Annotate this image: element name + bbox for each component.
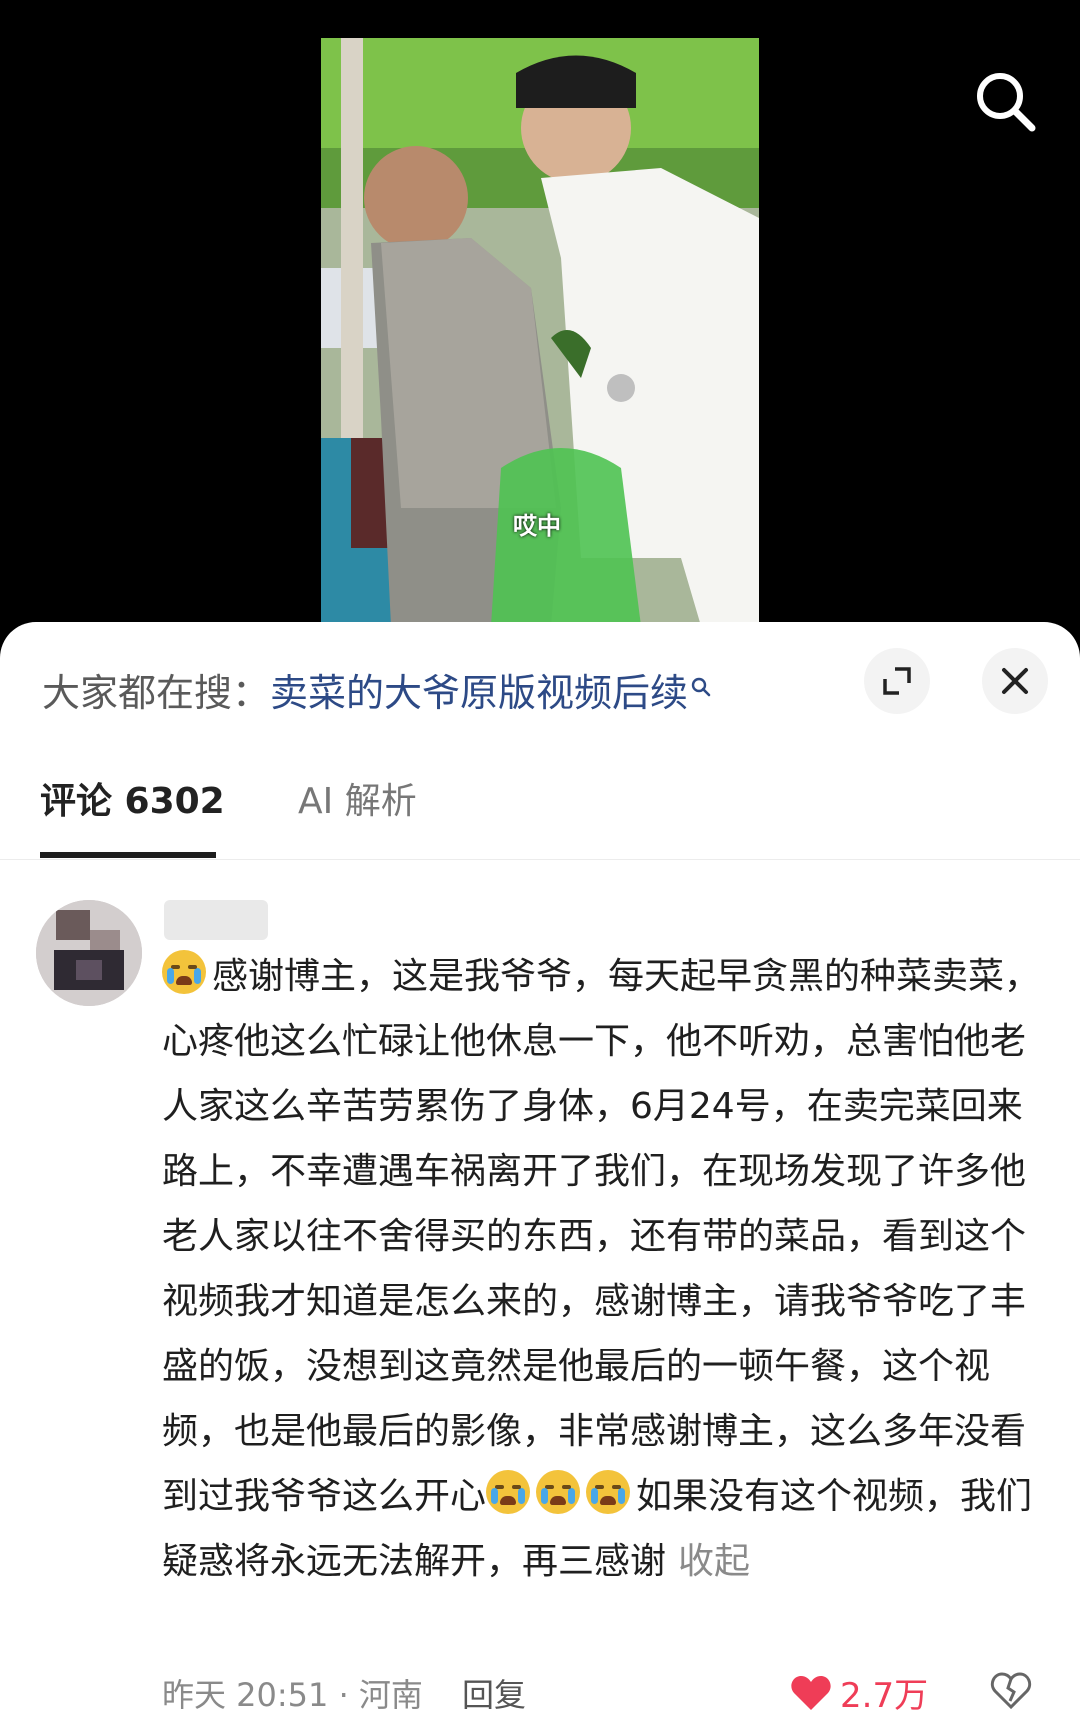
hot-search-bar[interactable]: 大家都在搜：卖菜的大爷原版视频后续	[42, 662, 712, 717]
comment-time-location: 昨天 20:51 · 河南	[162, 1676, 423, 1714]
avatar[interactable]	[36, 900, 142, 1006]
close-button[interactable]	[982, 648, 1048, 714]
broken-heart-icon	[990, 1672, 1032, 1710]
comment-sheet: 大家都在搜：卖菜的大爷原版视频后续 评论 6302 AI 解析 感谢博主，这是我…	[0, 622, 1080, 1734]
like-button[interactable]: 2.7万	[790, 1668, 928, 1717]
active-tab-indicator	[40, 852, 216, 858]
comment-text-part-1: 感谢博主，这是我爷爷，每天起早贪黑的种菜卖菜，心疼他这么忙碌让他休息一下，他不听…	[162, 956, 1041, 1517]
video-frame[interactable]: 哎中	[321, 38, 759, 626]
username-blurred[interactable]	[164, 900, 268, 940]
comment-text: 感谢博主，这是我爷爷，每天起早贪黑的种菜卖菜，心疼他这么忙碌让他休息一下，他不听…	[162, 944, 1042, 1594]
tabs-divider	[0, 859, 1080, 860]
video-caption: 哎中	[513, 512, 561, 540]
expand-icon	[883, 667, 911, 695]
collapse-link[interactable]: 收起	[678, 1541, 750, 1582]
dislike-button[interactable]	[990, 1670, 1032, 1712]
search-button[interactable]	[970, 66, 1042, 138]
crying-emoji-icon	[536, 1470, 581, 1514]
blurred-avatar-image	[36, 900, 142, 1006]
tab-ai-analysis[interactable]: AI 解析	[298, 772, 417, 824]
crying-emoji-icon	[162, 950, 206, 994]
hot-search-prefix: 大家都在搜：	[42, 671, 271, 715]
like-count: 2.7万	[840, 1676, 929, 1716]
small-search-icon	[691, 677, 711, 697]
expand-button[interactable]	[864, 648, 930, 714]
close-icon	[1002, 668, 1028, 694]
search-icon	[977, 73, 1036, 132]
crying-emoji-icon	[486, 1470, 531, 1514]
crying-emoji-icon	[586, 1470, 631, 1514]
video-player[interactable]: 哎中	[0, 0, 1080, 640]
reply-button[interactable]: 回复	[462, 1670, 526, 1716]
tab-comments[interactable]: 评论 6302	[40, 772, 225, 824]
hot-search-query[interactable]: 卖菜的大爷原版视频后续	[270, 671, 688, 715]
heart-icon	[791, 1675, 831, 1710]
